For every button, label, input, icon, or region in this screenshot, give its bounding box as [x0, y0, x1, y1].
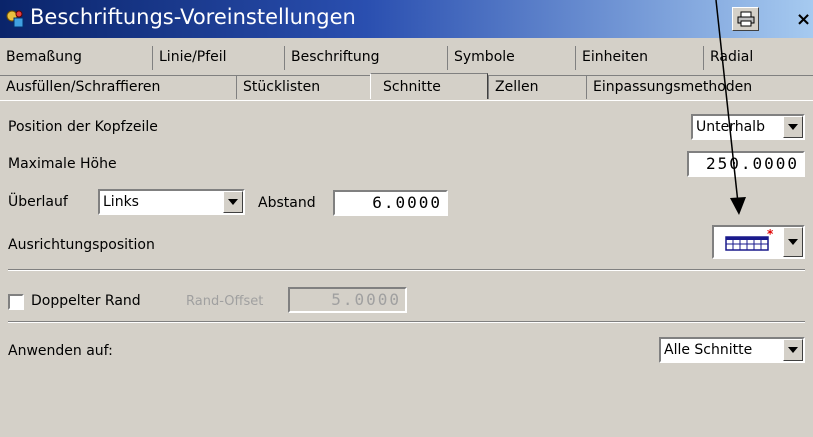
separator	[8, 321, 805, 323]
kopfzeile-label: Position der Kopfzeile	[8, 119, 158, 135]
rand-offset-label: Rand-Offset	[186, 294, 264, 309]
tab-linie-pfeil[interactable]: Linie/Pfeil	[152, 46, 284, 70]
printer-icon	[737, 11, 754, 27]
kopfzeile-select[interactable]: Unterhalb	[691, 114, 805, 140]
abstand-field[interactable]: 6.0000	[333, 190, 448, 216]
tab-radial[interactable]: Radial	[703, 46, 813, 70]
tab-ausfuellen-schraffieren[interactable]: Ausfüllen/Schraffieren	[0, 75, 236, 99]
ausrichtung-select[interactable]: *	[712, 225, 805, 259]
separator	[8, 269, 805, 271]
table-grid-icon: *	[725, 228, 774, 251]
rand-offset-field[interactable]: 5.0000	[288, 287, 407, 313]
tab-row-1: Bemaßung Linie/Pfeil Beschriftung Symbol…	[0, 46, 813, 70]
max-hoehe-field[interactable]: 250.0000	[687, 151, 805, 177]
chevron-down-icon[interactable]	[783, 339, 803, 361]
anwenden-select[interactable]: Alle Schnitte	[659, 337, 805, 363]
tab-schnitte[interactable]: Schnitte	[370, 73, 488, 99]
chevron-down-icon[interactable]	[223, 191, 243, 213]
schnitte-panel: Position der Kopfzeile Unterhalb Maximal…	[0, 100, 813, 437]
close-button[interactable]: ×	[796, 9, 811, 30]
ueberlauf-label: Überlauf	[8, 194, 68, 210]
tab-einheiten[interactable]: Einheiten	[575, 46, 703, 70]
app-tools-icon	[6, 10, 24, 28]
kopfzeile-value: Unterhalb	[696, 119, 765, 135]
doppelter-rand-checkbox[interactable]	[8, 294, 24, 310]
window-title: Beschriftungs-Voreinstellungen	[30, 5, 356, 29]
ausrichtung-label: Ausrichtungsposition	[8, 237, 155, 253]
ueberlauf-value: Links	[103, 194, 139, 210]
ueberlauf-select[interactable]: Links	[98, 189, 245, 215]
chevron-down-icon[interactable]	[783, 116, 803, 138]
print-button[interactable]	[732, 7, 759, 31]
doppelter-rand-label: Doppelter Rand	[31, 293, 141, 309]
tab-einpassungsmethoden[interactable]: Einpassungsmethoden	[586, 75, 813, 99]
tab-beschriftung[interactable]: Beschriftung	[284, 46, 447, 70]
abstand-label: Abstand	[258, 195, 316, 211]
svg-text:*: *	[767, 228, 774, 241]
tab-zellen[interactable]: Zellen	[488, 75, 586, 99]
tab-symbole[interactable]: Symbole	[447, 46, 575, 70]
tab-row-2: Ausfüllen/Schraffieren Stücklisten Schni…	[0, 73, 813, 99]
max-hoehe-label: Maximale Höhe	[8, 156, 117, 172]
anwenden-value: Alle Schnitte	[664, 342, 753, 358]
chevron-down-icon[interactable]	[783, 227, 803, 257]
tab-bemassung[interactable]: Bemaßung	[0, 46, 152, 70]
tab-stuecklisten[interactable]: Stücklisten	[236, 75, 370, 99]
anwenden-label: Anwenden auf:	[8, 343, 113, 359]
title-bar: Beschriftungs-Voreinstellungen ×	[0, 0, 813, 38]
